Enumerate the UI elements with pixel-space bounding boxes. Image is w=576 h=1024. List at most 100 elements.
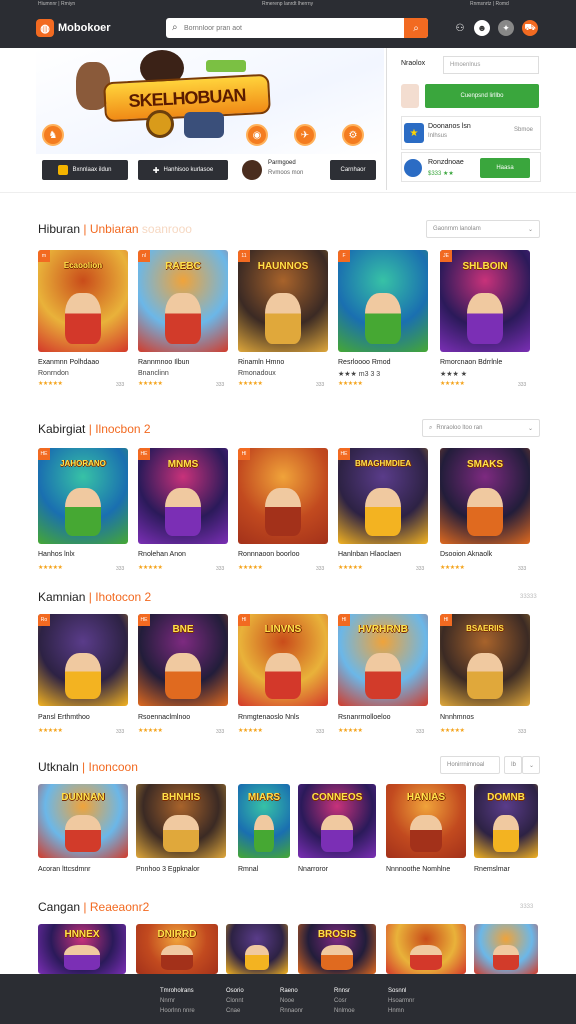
avatar-icon[interactable]: ☻	[474, 20, 490, 36]
game-name[interactable]: Rnolehan Anon	[138, 551, 186, 558]
game-name[interactable]: Dsooion Aknaolk	[440, 551, 492, 558]
game-name[interactable]: Hanhos lnlx	[38, 551, 75, 558]
game-tile[interactable]	[386, 924, 466, 974]
footer-link[interactable]: Hsoarmnr	[388, 996, 414, 1006]
side-panel-primary-button[interactable]: Cuenpsnd lirllbo	[425, 84, 539, 108]
game-name[interactable]: Rsnanrmolloeloo	[338, 714, 391, 721]
game-tile[interactable]: SHLBOIN JE	[440, 250, 530, 352]
footer-link[interactable]: Nooe	[280, 996, 303, 1006]
game-art-title: RAEBC	[165, 261, 201, 273]
controller-icon: ✚	[152, 165, 160, 175]
hero-circle-icon-1[interactable]: ♞	[42, 124, 64, 146]
footer-link[interactable]: Clonnt	[226, 996, 244, 1006]
hero-circle-icon-3[interactable]: ✈	[294, 124, 316, 146]
game-name[interactable]: Rnmgtenaoslo Nnls	[238, 714, 299, 721]
footer-col-5: Sosnnl Hsoarmnr Hnmn	[388, 986, 414, 1016]
footer-link[interactable]: Cnae	[226, 1006, 244, 1016]
game-tile[interactable]: JAHORANO HE	[38, 448, 128, 544]
top-strip-right[interactable]: Rnmsnrtz | Romd	[470, 0, 509, 8]
footer-link[interactable]: Nnrnr	[160, 996, 195, 1006]
side-app-card-1[interactable]: ★ Doonanos lsn Inlhsus Sbmoe	[401, 116, 541, 150]
game-tile[interactable]: CONNEOS	[298, 784, 376, 858]
game-tile[interactable]: BSAERIIS Hl	[440, 614, 530, 706]
game-name[interactable]: Resrloooo Rmod	[338, 359, 391, 366]
footer-col-3: Raeno Nooe Rnnaonr	[280, 986, 303, 1016]
game-tile[interactable]	[226, 924, 288, 974]
section-4-dropdown[interactable]: ⌄	[522, 756, 540, 774]
game-name[interactable]: Rsoennaclmlnoo	[138, 714, 190, 721]
hero-button-1[interactable]: Bxnnlaax ildun	[42, 160, 128, 180]
user-icon[interactable]: ⚇	[452, 20, 468, 36]
section-title-2-pipe: |	[88, 422, 92, 436]
game-tile[interactable]: SMAKS	[440, 448, 530, 544]
footer-link[interactable]: Hoorlnn nnre	[160, 1006, 195, 1016]
game-name[interactable]: Pansl Erthmthoo	[38, 714, 90, 721]
hero-banner[interactable]: SKELHOBUAN ♞ ◉ ✈ ⚙	[36, 48, 384, 154]
game-tile[interactable]: Ro	[38, 614, 128, 706]
side-app-card-2[interactable]: Ronzdnoae $333 ★★ Haasa	[401, 152, 541, 182]
search-input[interactable]	[184, 21, 394, 35]
game-name[interactable]: Nnarroror	[298, 866, 328, 873]
game-name[interactable]: Hanlnban Hlaoclaen	[338, 551, 401, 558]
game-name[interactable]: Exanmnn Polhdaao	[38, 359, 99, 366]
section-1-filter[interactable]: Gaonrnm lanolam ⌄	[426, 220, 540, 238]
game-tile[interactable]: BNE HE	[138, 614, 228, 706]
game-badge: nl	[138, 250, 150, 262]
game-tile[interactable]: MIARS	[238, 784, 290, 858]
section-4-toggle[interactable]: Ib	[504, 756, 522, 774]
hero-button-2[interactable]: ✚ Hanhisoo kurlasoe	[138, 160, 228, 180]
game-tile[interactable]: Hl	[238, 448, 328, 544]
game-tile[interactable]: HVRHRNB Hl	[338, 614, 428, 706]
character-image	[410, 815, 442, 853]
game-tile[interactable]: DOMNB	[474, 784, 538, 858]
footer-link[interactable]: Cosr	[334, 996, 355, 1006]
game-tile[interactable]: HAUNNOS 11	[238, 250, 328, 352]
game-tile[interactable]: HNNEX	[38, 924, 126, 974]
logo[interactable]: ◍ Mobokoer	[36, 18, 111, 38]
game-name[interactable]: Pnnhoo 3 Egpknalor	[136, 866, 199, 873]
game-tile[interactable]: BROSIS	[298, 924, 376, 974]
game-name[interactable]: Ronnnaoon boorloo	[238, 551, 300, 558]
footer-link[interactable]: Hnmn	[388, 1006, 414, 1016]
top-strip-mid[interactable]: Rmerenp lanrdt lherrny	[262, 0, 313, 8]
game-name[interactable]: Rmorcnaon Bdrrlnle	[440, 359, 502, 366]
hero-right-button[interactable]: Carnhaor	[330, 160, 376, 180]
game-tile[interactable]: HANIAS	[386, 784, 466, 858]
footer-link[interactable]: Rnnaonr	[280, 1006, 303, 1016]
game-tile[interactable]: BMAGHMDIEA HE	[338, 448, 428, 544]
hero-circle-icon-2[interactable]: ◉	[246, 124, 268, 146]
footer-col-3-head[interactable]: Raeno	[280, 986, 303, 996]
section-2-filter[interactable]: ⌕ Rnraoloo ltoo ran ⌄	[422, 419, 540, 437]
game-tile[interactable]: DNIRRD	[136, 924, 218, 974]
game-name[interactable]: Rnemslmar	[474, 866, 510, 873]
controller-image	[184, 112, 224, 138]
cart-icon[interactable]: ⛟	[522, 20, 538, 36]
footer-col-5-head[interactable]: Sosnnl	[388, 986, 414, 996]
app-2-button[interactable]: Haasa	[480, 158, 530, 178]
game-name[interactable]: Rmnal	[238, 866, 258, 873]
gift-icon[interactable]: ✦	[498, 20, 514, 36]
game-name[interactable]: Rinamln Hmno	[238, 359, 284, 366]
game-name[interactable]: Rannmnoo Ilbun	[138, 359, 189, 366]
section-4-filter[interactable]: Honirrnimnoal	[440, 756, 500, 774]
game-tile[interactable]: RAEBC nl	[138, 250, 228, 352]
footer-col-4-head[interactable]: Rnnsr	[334, 986, 355, 996]
search-button[interactable]: ⌕	[404, 18, 428, 38]
game-name[interactable]: Acoran lttcsdmnr	[38, 866, 91, 873]
footer-link[interactable]: Nnlmoe	[334, 1006, 355, 1016]
game-tile[interactable]	[474, 924, 538, 974]
hero-circle-icon-4[interactable]: ⚙	[342, 124, 364, 146]
footer-col-1-head[interactable]: Tmroholrans	[160, 986, 195, 996]
game-tile[interactable]: LINVNS Hl	[238, 614, 328, 706]
side-panel-input[interactable]: Hmoenlnus	[443, 56, 539, 74]
game-name[interactable]: Nnnhmnos	[440, 714, 474, 721]
game-tile[interactable]: DUNNAN	[38, 784, 128, 858]
game-tile[interactable]: MNMS HE	[138, 448, 228, 544]
footer-col-2-head[interactable]: Osorio	[226, 986, 244, 996]
top-strip-left[interactable]: Hiumnnr | Rmiyn	[38, 0, 75, 8]
game-tile[interactable]: F	[338, 250, 428, 352]
feature-sub: Rvmoos mon	[268, 170, 304, 176]
game-tile[interactable]: BHNHIS	[136, 784, 226, 858]
game-tile[interactable]: Ecaoolion m	[38, 250, 128, 352]
game-name[interactable]: Nnnnoothe Nomhlne	[386, 866, 450, 873]
